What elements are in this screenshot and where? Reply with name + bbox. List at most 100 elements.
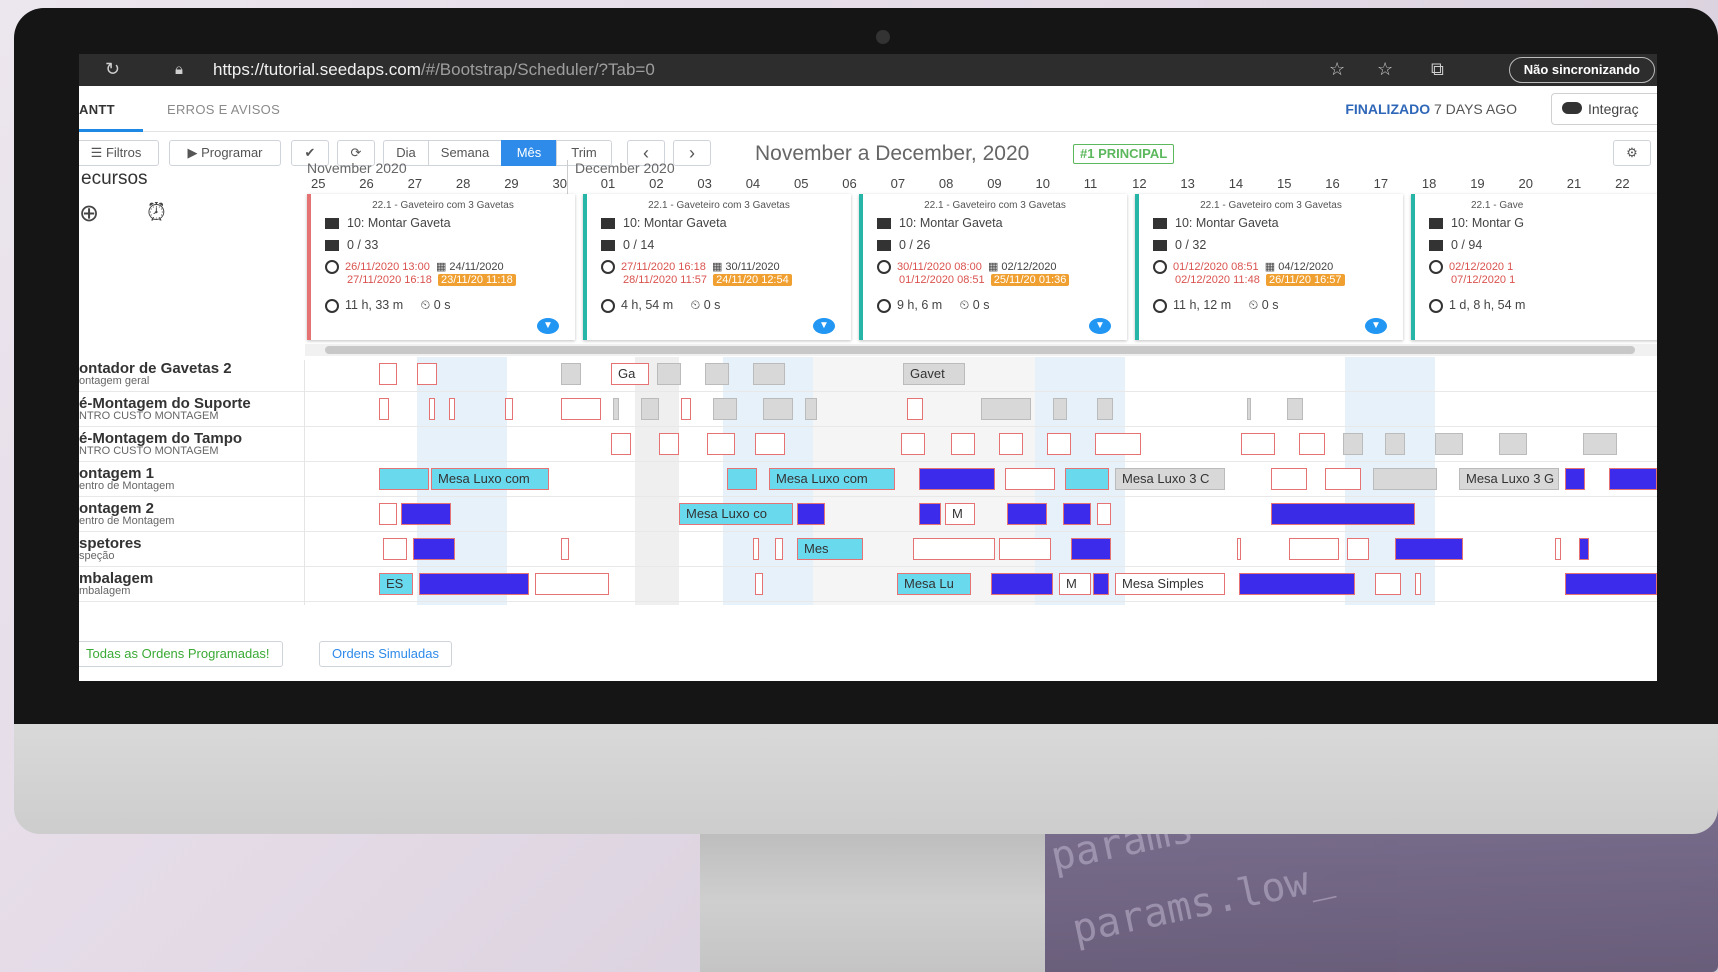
task-bar[interactable] [1609, 468, 1657, 490]
resource-label[interactable]: ontagem 2 entro de Montagem [79, 500, 305, 535]
scrollbar-thumb[interactable] [325, 346, 1635, 354]
task-bar[interactable]: Mesa Luxo com [431, 468, 549, 490]
star-icon[interactable]: ☆ [1329, 59, 1345, 80]
chevron-down-icon[interactable]: ▼ [813, 318, 835, 334]
address-bar[interactable]: https://tutorial.seedaps.com/#/Bootstrap… [213, 60, 655, 80]
task-bar[interactable] [417, 363, 437, 385]
task-bar[interactable] [1287, 398, 1303, 420]
reload-icon[interactable]: ↻ [105, 59, 120, 80]
task-bar[interactable] [1095, 433, 1141, 455]
resource-label[interactable]: ontador de Gavetas 2 ontagem geral [79, 360, 305, 395]
task-bar[interactable] [713, 398, 737, 420]
task-bar[interactable] [981, 398, 1031, 420]
task-bar[interactable] [659, 433, 679, 455]
task-bar[interactable] [1271, 503, 1415, 525]
task-bar[interactable] [1065, 468, 1109, 490]
task-bar[interactable] [705, 363, 729, 385]
task-bar[interactable] [999, 433, 1023, 455]
task-bar[interactable] [951, 433, 975, 455]
task-bar[interactable] [1555, 538, 1561, 560]
task-bar[interactable]: Mesa Simples [1115, 573, 1225, 595]
task-bar[interactable]: ES [379, 573, 413, 595]
filters-button[interactable]: ☰ Filtros [79, 140, 159, 166]
resource-label[interactable]: ontagem 1 entro de Montagem [79, 465, 305, 500]
collections-icon[interactable]: ⧉ [1431, 59, 1444, 80]
task-bar[interactable] [707, 433, 735, 455]
simulated-orders-button[interactable]: Ordens Simuladas [319, 641, 452, 667]
task-bar[interactable] [755, 573, 763, 595]
chevron-down-icon[interactable]: ▼ [537, 318, 559, 334]
task-bar[interactable] [1007, 503, 1047, 525]
operation-card[interactable]: 22.1 - Gave 10: Montar G 0 / 94 02/12/20… [1411, 194, 1657, 340]
task-bar[interactable] [379, 363, 397, 385]
task-bar[interactable]: Mesa Luxo 3 G [1459, 468, 1559, 490]
task-bar[interactable] [429, 398, 435, 420]
task-bar[interactable] [901, 433, 925, 455]
task-bar[interactable] [1385, 433, 1405, 455]
task-bar[interactable] [1097, 503, 1111, 525]
resource-label[interactable]: é-Montagem do Tampo NTRO CUSTO MONTAGEM [79, 430, 305, 465]
task-bar[interactable]: Mes [797, 538, 863, 560]
task-bar[interactable] [681, 398, 691, 420]
task-bar[interactable] [1325, 468, 1361, 490]
task-bar[interactable] [1415, 573, 1421, 595]
task-bar[interactable] [755, 433, 785, 455]
task-bar[interactable] [797, 503, 825, 525]
task-bar[interactable] [657, 363, 681, 385]
task-bar[interactable] [413, 538, 455, 560]
task-bar[interactable] [1053, 398, 1067, 420]
tab-errors[interactable]: ERROS E AVISOS [167, 102, 280, 117]
task-bar[interactable] [505, 398, 513, 420]
task-bar[interactable] [561, 398, 601, 420]
task-bar[interactable] [1565, 468, 1585, 490]
task-bar[interactable]: Mesa Luxo com [769, 468, 895, 490]
task-bar[interactable] [401, 503, 451, 525]
task-bar[interactable] [1093, 573, 1109, 595]
horizontal-scrollbar[interactable] [305, 344, 1657, 356]
add-resource-icon[interactable]: ⊕ [79, 199, 99, 228]
task-bar[interactable]: M [1059, 573, 1091, 595]
task-bar[interactable] [1499, 433, 1527, 455]
task-bar[interactable] [919, 503, 941, 525]
task-bar[interactable] [753, 363, 785, 385]
task-bar[interactable] [1579, 538, 1589, 560]
task-bar[interactable] [1247, 398, 1251, 420]
task-bar[interactable] [1063, 503, 1091, 525]
task-bar[interactable] [1237, 538, 1241, 560]
task-bar[interactable] [907, 398, 923, 420]
task-bar[interactable] [1583, 433, 1617, 455]
task-bar[interactable] [383, 538, 407, 560]
operation-card[interactable]: 22.1 - Gaveteiro com 3 Gavetas 10: Monta… [307, 194, 575, 340]
task-bar[interactable] [1241, 433, 1275, 455]
all-programmed-button[interactable]: Todas as Ordens Programadas! [79, 641, 283, 667]
task-bar[interactable] [763, 398, 793, 420]
favorites-icon[interactable]: ☆ [1377, 59, 1393, 80]
alarm-off-icon[interactable]: ⏰︎ [147, 199, 166, 227]
task-bar[interactable] [1047, 433, 1071, 455]
task-bar[interactable] [561, 363, 581, 385]
chevron-down-icon[interactable]: ▼ [1365, 318, 1387, 334]
task-bar[interactable]: M [945, 503, 975, 525]
task-bar[interactable]: Ga [611, 363, 649, 385]
task-bar[interactable]: Mesa Luxo 3 C [1115, 468, 1225, 490]
task-bar[interactable]: Mesa Luxo co [679, 503, 793, 525]
task-bar[interactable] [753, 538, 759, 560]
task-bar[interactable] [1005, 468, 1055, 490]
task-bar[interactable] [999, 538, 1051, 560]
task-bar[interactable] [535, 573, 609, 595]
task-bar[interactable] [1299, 433, 1325, 455]
task-bar[interactable] [1373, 468, 1437, 490]
task-bar[interactable] [449, 398, 455, 420]
task-bar[interactable] [1565, 573, 1657, 595]
task-bar[interactable] [1097, 398, 1113, 420]
integration-button[interactable]: Integraç [1551, 93, 1657, 125]
resource-label[interactable]: spetores speção [79, 535, 305, 570]
task-bar[interactable] [991, 573, 1053, 595]
task-bar[interactable] [805, 398, 817, 420]
task-bar[interactable]: Mesa Lu [897, 573, 971, 595]
task-bar[interactable] [611, 433, 631, 455]
task-bar[interactable] [1395, 538, 1463, 560]
task-bar[interactable]: Gavet [903, 363, 965, 385]
operation-card[interactable]: 22.1 - Gaveteiro com 3 Gavetas 10: Monta… [583, 194, 851, 340]
task-bar[interactable] [727, 468, 757, 490]
